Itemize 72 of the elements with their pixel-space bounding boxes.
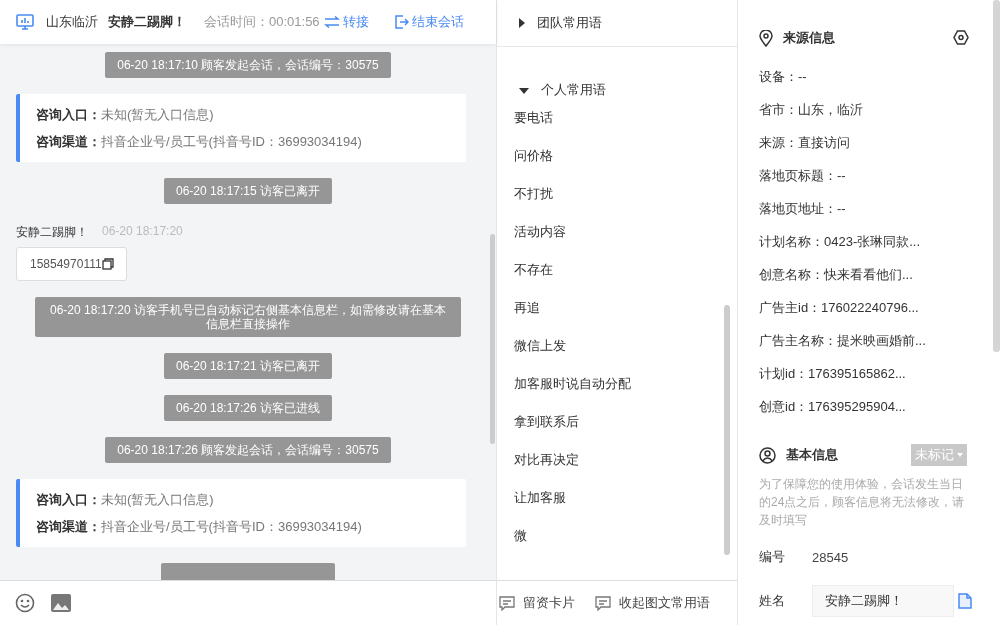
field-label: 姓名 bbox=[759, 592, 786, 610]
emoji-icon[interactable] bbox=[15, 593, 35, 613]
source-info-row-text: 设备：-- bbox=[759, 68, 808, 86]
message-bubble: 15854970111 bbox=[16, 247, 127, 281]
image-icon[interactable] bbox=[51, 594, 71, 612]
transfer-button[interactable]: 转接 bbox=[319, 13, 369, 31]
comment-icon bbox=[499, 595, 515, 611]
inquiry-value: 抖音企业号/员工号(抖音号ID：36993034194) bbox=[101, 519, 362, 534]
notice-text: 为了保障您的使用体验，会话发生当日的24点之后，顾客信息将无法修改，请及时填写 bbox=[759, 476, 966, 529]
sender-name: 安静二踢脚！ bbox=[16, 224, 88, 241]
source-info-row-text: 广告主名称：提米映画婚前... bbox=[759, 332, 927, 350]
exit-icon bbox=[394, 15, 409, 29]
source-info-row-text: 落地页标题：-- bbox=[759, 167, 847, 185]
source-info-row-text: 计划id：176395165862... bbox=[759, 365, 907, 383]
system-message: 06-20 18:17:15 访客已离开 bbox=[163, 178, 333, 204]
scrollbar[interactable] bbox=[724, 305, 730, 555]
message-time: 06-20 18:17:20 bbox=[102, 224, 183, 240]
copy-icon[interactable] bbox=[101, 258, 114, 270]
section-title: 基本信息 bbox=[786, 446, 838, 464]
phrase-item[interactable]: 不打扰 bbox=[497, 175, 737, 213]
field-value: 28545 bbox=[812, 549, 849, 565]
inquiry-label: 咨询渠道： bbox=[36, 519, 101, 534]
source-info-row-text: 落地页地址：-- bbox=[759, 200, 847, 218]
source-info-row-text: 计划名称：0423-张琳同款... bbox=[759, 233, 922, 251]
end-session-button[interactable]: 结束会话 bbox=[390, 13, 464, 31]
source-info-row-text: 来源：直接访问 bbox=[759, 134, 851, 152]
source-info-row-text: 省市：山东，临沂 bbox=[759, 101, 864, 119]
field-label: 编号 bbox=[759, 548, 786, 566]
phrase-item[interactable]: 微 bbox=[497, 517, 737, 555]
phrase-group-header[interactable]: 个人常用语 bbox=[497, 47, 737, 99]
inquiry-value: 未知(暂无入口信息) bbox=[101, 492, 214, 507]
phrase-item[interactable]: 不存在 bbox=[497, 251, 737, 289]
settings-icon[interactable] bbox=[953, 30, 969, 45]
inquiry-value: 抖音企业号/员工号(抖音号ID：36993034194) bbox=[101, 134, 362, 149]
inquiry-label: 咨询入口： bbox=[36, 492, 101, 507]
system-message: 06-20 18:17:26 顾客发起会话，会话编号：30575 bbox=[105, 437, 391, 463]
inquiry-label: 咨询渠道： bbox=[36, 134, 101, 149]
swap-arrows-icon bbox=[323, 16, 340, 28]
phrase-item[interactable]: 活动内容 bbox=[497, 213, 737, 251]
phrase-item[interactable]: 加客服时说自动分配 bbox=[497, 365, 737, 403]
phrase-group-header[interactable]: 团队常用语 bbox=[497, 0, 737, 47]
system-message: 06-20 18:17:26 访客已进线 bbox=[163, 395, 333, 421]
phrase-item[interactable]: 拿到联系后 bbox=[497, 403, 737, 441]
location-pin-icon bbox=[759, 29, 773, 47]
name-input[interactable]: 安静二踢脚！ bbox=[812, 585, 954, 617]
phrase-item[interactable]: 对比再决定 bbox=[497, 441, 737, 479]
system-message: 06-20 18:17:10 顾客发起会话，会话编号：30575 bbox=[105, 52, 391, 78]
scrollbar[interactable] bbox=[490, 234, 495, 444]
phrase-item[interactable]: 让加客服 bbox=[497, 479, 737, 517]
action-button[interactable]: 收起图文常用语 bbox=[595, 594, 710, 612]
visitor-name: 安静二踢脚！ bbox=[108, 13, 186, 31]
action-button[interactable]: 留资卡片 bbox=[499, 594, 575, 612]
source-info-row-text: 广告主id：176022240796... bbox=[759, 299, 920, 317]
system-message: 06-20 18:17:20 访客手机号已自动标记右侧基本信息栏，如需修改请在基本信息栏直接操作 bbox=[35, 297, 461, 337]
user-icon bbox=[759, 446, 776, 464]
phrase-item[interactable]: 问价格 bbox=[497, 137, 737, 175]
source-info-row-text: 创意id：176395295904... bbox=[759, 398, 907, 416]
phrase-item[interactable]: 微信上发 bbox=[497, 327, 737, 365]
section-title: 来源信息 bbox=[783, 29, 835, 47]
system-message: 06-20 18:17:21 访客已离开 bbox=[163, 353, 333, 379]
phrase-item[interactable]: 要电话 bbox=[497, 99, 737, 137]
phrase-item[interactable]: 再追 bbox=[497, 289, 737, 327]
monitor-icon bbox=[16, 14, 34, 30]
caret-icon bbox=[519, 18, 525, 28]
source-info-row-text: 创意名称：快来看看他们... bbox=[759, 266, 914, 284]
comment-icon bbox=[595, 595, 611, 611]
caret-icon bbox=[519, 88, 529, 94]
scrollbar[interactable] bbox=[993, 0, 1000, 352]
session-duration: 会话时间：00:01:56 bbox=[204, 13, 320, 31]
inquiry-value: 未知(暂无入口信息) bbox=[101, 107, 214, 122]
visitor-location: 山东临沂 bbox=[46, 13, 98, 31]
inquiry-label: 咨询入口： bbox=[36, 107, 101, 122]
